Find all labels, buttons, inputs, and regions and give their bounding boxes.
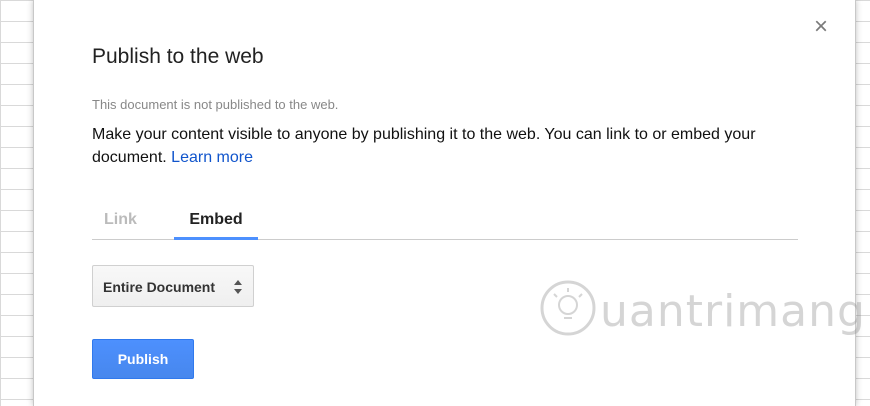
watermark-text: uantrimang (600, 286, 866, 337)
dialog-title: Publish to the web (92, 45, 264, 68)
watermark-bulb-icon (540, 280, 596, 336)
publish-dialog: × Publish to the web This document is no… (33, 0, 856, 406)
watermark-logo: uantrimang (538, 278, 868, 342)
publish-button[interactable]: Publish (92, 339, 194, 379)
select-value: Entire Document (103, 279, 216, 295)
publish-status: This document is not published to the we… (92, 97, 339, 112)
tab-embed[interactable]: Embed (174, 211, 258, 240)
tab-link[interactable]: Link (104, 211, 137, 239)
learn-more-link[interactable]: Learn more (171, 149, 253, 166)
up-down-arrows-icon (234, 280, 242, 294)
close-icon[interactable]: × (810, 15, 832, 39)
document-scope-select[interactable]: Entire Document (92, 265, 254, 307)
tab-embed-label: Embed (189, 211, 243, 228)
tab-bar: Link Embed (92, 203, 798, 240)
active-tab-indicator (174, 237, 258, 240)
dialog-description: Make your content visible to anyone by p… (92, 123, 772, 169)
